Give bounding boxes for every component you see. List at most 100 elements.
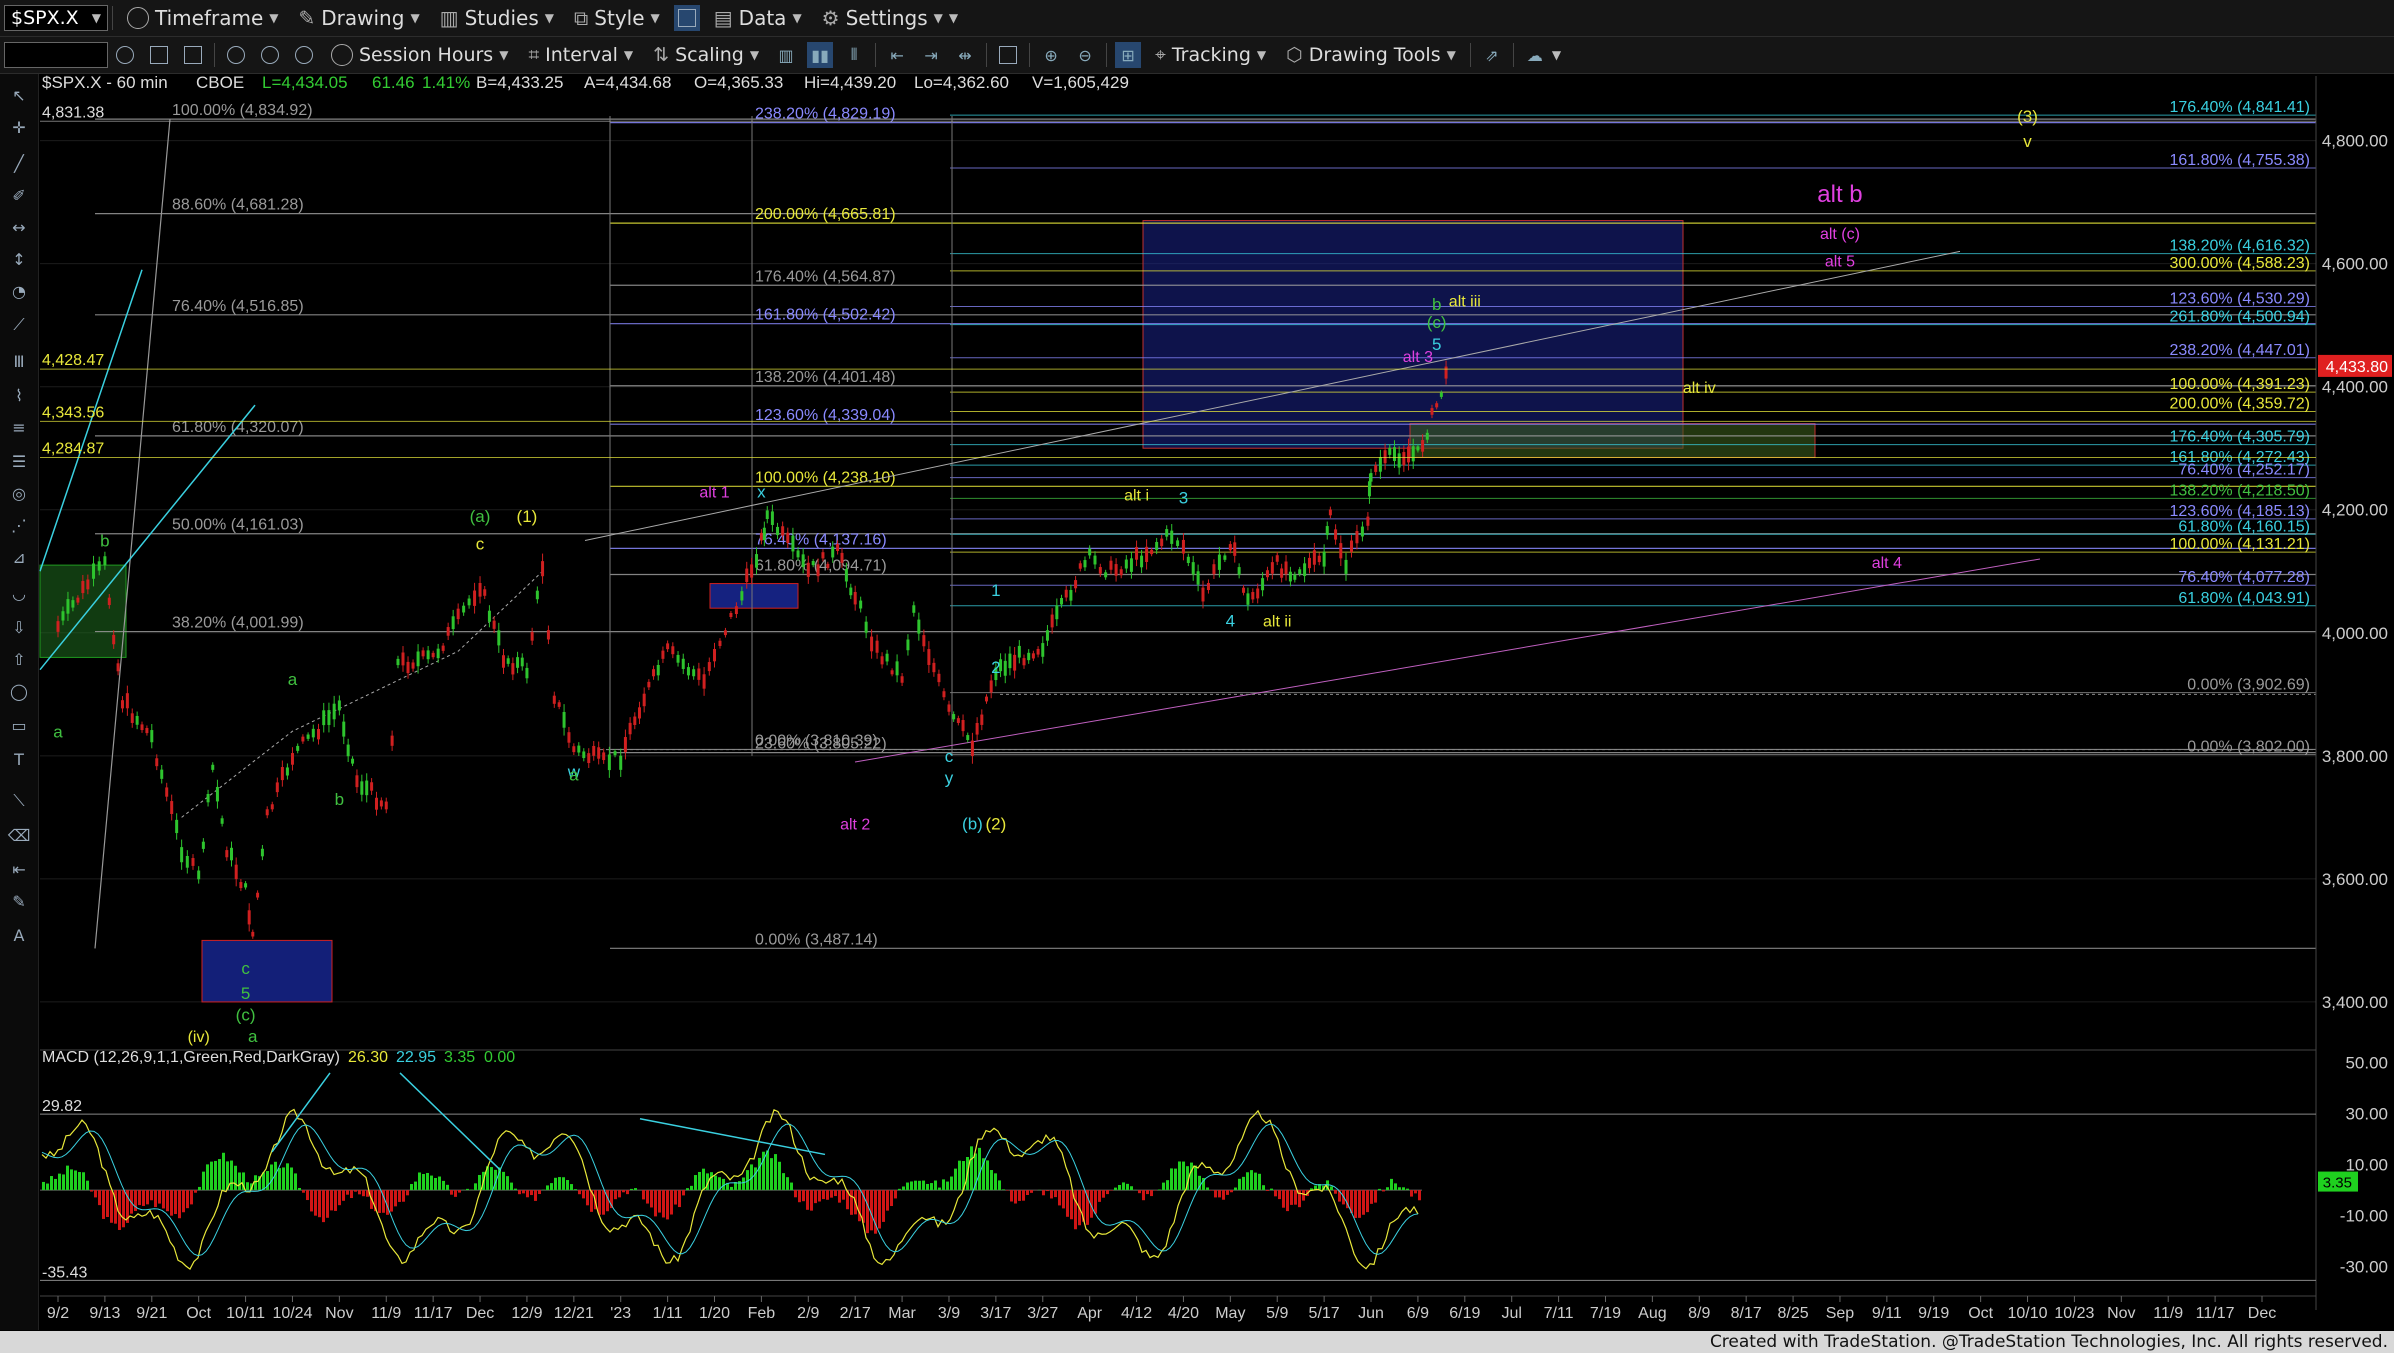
macd-histogram-bar (110, 1190, 113, 1223)
candle-body (723, 630, 727, 636)
candle-body (535, 590, 539, 600)
fib-level-label: 138.20% (4,401.48) (755, 369, 896, 386)
time-tick-label: Dec (466, 1305, 494, 1322)
candle-body (1367, 481, 1371, 497)
fib-level-label: 0.00% (3,487.14) (755, 931, 878, 948)
time-tick-label: 2/17 (840, 1305, 871, 1322)
macd-histogram-bar (566, 1180, 569, 1191)
wave-label: (a) (470, 507, 491, 526)
macd-histogram-bar (834, 1190, 837, 1197)
macd-histogram-bar (1402, 1187, 1405, 1191)
fib-level-label: 100.00% (4,834.92) (172, 102, 313, 119)
right-level-label: 100.00% (4,391.23) (2169, 376, 2310, 393)
candle-body (446, 627, 450, 636)
candle-body (1201, 587, 1205, 602)
macd-histogram-bar (146, 1190, 149, 1205)
wave-label: 5 (241, 984, 250, 1003)
macd-histogram-bar (898, 1188, 901, 1191)
macd-histogram-bar (334, 1190, 337, 1211)
macd-histogram-bar (1358, 1190, 1361, 1218)
candle-body (607, 754, 611, 771)
macd-histogram-bar (310, 1190, 313, 1212)
macd-histogram: 3.35 (444, 1049, 475, 1066)
macd-histogram-bar (50, 1176, 53, 1191)
macd-histogram-bar (970, 1146, 973, 1191)
left-price-label: 4,343.56 (42, 404, 104, 421)
candle-body (686, 667, 690, 676)
candle-body (740, 591, 744, 601)
candle-body (130, 713, 134, 723)
macd-histogram-bar (238, 1172, 241, 1191)
macd-histogram-bar (1058, 1190, 1061, 1206)
candle-body (1280, 568, 1284, 578)
candle-body (426, 650, 430, 660)
macd-histogram-bar (1122, 1182, 1125, 1191)
macd-histogram-bar (170, 1190, 173, 1216)
candle-body (681, 658, 685, 669)
candle-body (1228, 544, 1232, 551)
candle-body (1328, 509, 1332, 516)
candle-body (1369, 473, 1373, 482)
candle-body (215, 786, 219, 802)
candle-body (456, 608, 460, 620)
macd-histogram-bar (678, 1190, 681, 1208)
time-tick-label: 10/24 (272, 1305, 312, 1322)
macd-histogram-bar (1074, 1190, 1077, 1230)
time-tick-label: 5/17 (1309, 1305, 1340, 1322)
fib-level-label: 176.40% (4,564.87) (755, 268, 896, 285)
time-tick-label: Jul (1501, 1305, 1521, 1322)
candle-body (587, 753, 591, 764)
candle-body (562, 711, 566, 728)
candle-body (1104, 572, 1108, 578)
candle-body (342, 721, 346, 737)
macd-histogram-bar (930, 1183, 933, 1191)
time-tick-label: 2/9 (797, 1305, 819, 1322)
candle-body (260, 848, 264, 857)
candle-body (1003, 660, 1007, 676)
macd-histogram-bar (526, 1190, 529, 1198)
candle-body (859, 600, 863, 609)
macd-histogram-bar (950, 1176, 953, 1191)
macd-histogram-bar (150, 1190, 153, 1201)
macd-histogram-bar (434, 1177, 437, 1191)
candle-body (1022, 658, 1026, 666)
macd-histogram-bar (478, 1174, 481, 1191)
macd-histogram-bar (546, 1185, 549, 1191)
candle-body (1388, 447, 1392, 455)
wave-label: alt 5 (1825, 254, 1855, 271)
candle-body (301, 736, 305, 742)
candle-body (592, 745, 596, 756)
fib-level-label: 38.20% (4,001.99) (172, 615, 304, 632)
chart-exchange: CBOE (196, 73, 244, 92)
time-tick-label: May (1215, 1305, 1245, 1322)
candle-body (895, 661, 899, 676)
macd-histogram-bar (338, 1190, 341, 1206)
candle-body (337, 700, 341, 711)
macd-histogram-bar (858, 1190, 861, 1222)
macd-histogram-bar (810, 1190, 813, 1211)
macd-tick-label: 30.00 (2345, 1105, 2388, 1124)
time-tick-label: Oct (186, 1305, 211, 1322)
macd-histogram-bar (414, 1181, 417, 1191)
ask-value: A=4,434.68 (584, 73, 671, 92)
macd-histogram-bar (122, 1190, 125, 1228)
time-tick-label: 10/23 (2054, 1305, 2094, 1322)
wave-label: a (53, 722, 63, 741)
macd-histogram-bar (1382, 1190, 1385, 1192)
right-level-label: 61.80% (4,160.15) (2178, 518, 2310, 535)
candle-body (501, 655, 505, 668)
candle-body (791, 535, 795, 552)
candle-body (1303, 563, 1307, 577)
candle-body (256, 892, 260, 898)
macd-histogram-bar (878, 1190, 881, 1229)
macd-histogram-bar (166, 1190, 169, 1212)
price-chart[interactable]: 100.00% (4,834.92) 88.60% (4,681.28) 76.40… (0, 0, 2394, 1331)
left-price-label: 4,428.47 (42, 352, 104, 369)
candle-body (1114, 564, 1118, 576)
macd-histogram-bar (882, 1190, 885, 1222)
candle-body (1008, 653, 1012, 669)
macd-histogram-bar (786, 1177, 789, 1191)
candle-body (1298, 569, 1302, 575)
candle-body (922, 635, 926, 647)
macd-histogram-bar (1286, 1190, 1289, 1212)
